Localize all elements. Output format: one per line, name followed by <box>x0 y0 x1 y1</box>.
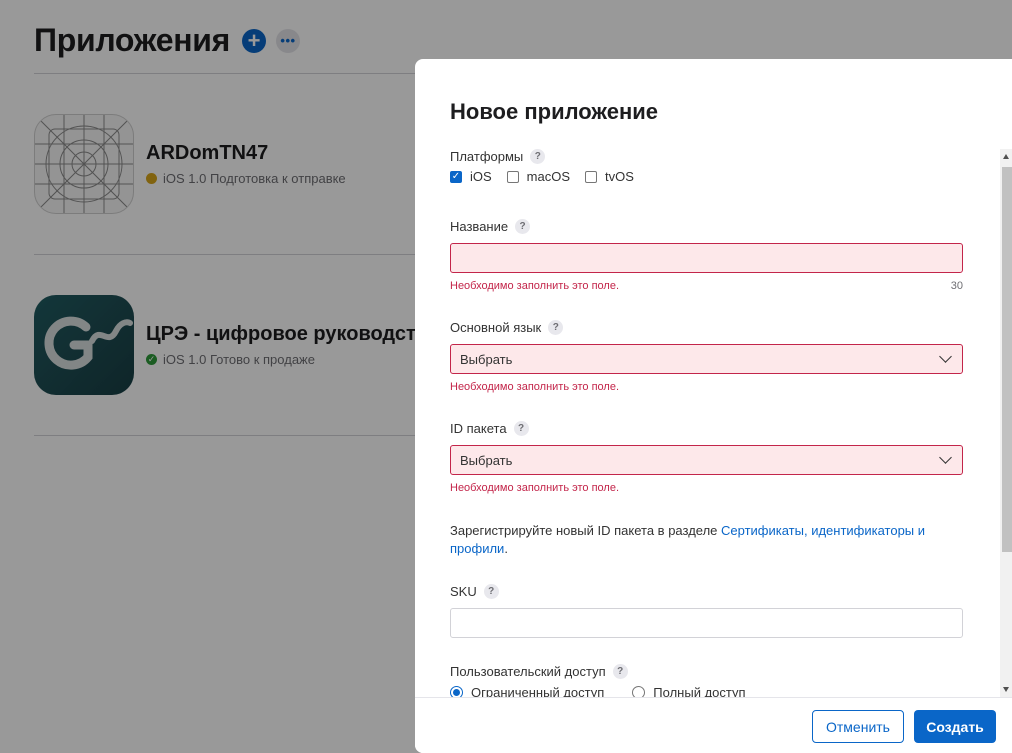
platforms-label-text: Платформы <box>450 149 524 164</box>
name-char-counter: 30 <box>950 280 963 292</box>
radio-limited-access[interactable]: Ограниченный доступ <box>450 685 604 697</box>
checkbox-tvos[interactable]: tvOS <box>585 169 634 184</box>
checkmark-icon: ✓ <box>450 170 462 183</box>
cancel-button[interactable]: Отменить <box>812 710 904 743</box>
help-icon[interactable]: ? <box>612 664 628 679</box>
radio-icon <box>632 686 646 697</box>
checkbox-box <box>506 170 519 183</box>
help-icon[interactable]: ? <box>513 421 529 436</box>
help-icon[interactable]: ? <box>483 584 499 599</box>
bundle-id-select[interactable]: Выбрать <box>450 445 963 475</box>
new-app-dialog: Новое приложение Платформы ? ✓ iOS macOS… <box>415 59 1012 753</box>
help-icon[interactable]: ? <box>548 320 564 335</box>
radio-full-access[interactable]: Полный доступ <box>632 685 746 697</box>
bundle-label-text: ID пакета <box>450 421 507 436</box>
dialog-title: Новое приложение <box>450 99 659 124</box>
language-label: Основной язык ? <box>450 320 564 335</box>
platforms-label: Платформы ? <box>450 149 546 164</box>
checkbox-ios[interactable]: ✓ iOS <box>450 169 492 184</box>
sku-label: SKU ? <box>450 584 499 599</box>
chevron-down-icon <box>939 451 952 464</box>
checkbox-label: macOS <box>526 169 571 184</box>
checkbox-label: tvOS <box>605 169 634 184</box>
radio-label: Ограниченный доступ <box>471 685 605 697</box>
bundle-error: Необходимо заполнить это поле. <box>450 482 620 494</box>
checkbox-box <box>585 170 598 183</box>
bundle-hint: Зарегистрируйте новый ID пакета в раздел… <box>450 522 963 558</box>
name-error: Необходимо заполнить это поле. <box>450 280 620 292</box>
name-input[interactable] <box>450 243 963 273</box>
radio-selected-icon <box>450 686 463 697</box>
create-button[interactable]: Создать <box>914 710 996 743</box>
name-label: Название ? <box>450 219 531 234</box>
sku-input[interactable] <box>450 608 963 638</box>
language-label-text: Основной язык <box>450 320 542 335</box>
language-select-value: Выбрать <box>460 351 513 367</box>
access-label: Пользовательский доступ ? <box>450 664 628 679</box>
scroll-up-arrow-icon[interactable] <box>1003 154 1009 159</box>
scroll-thumb[interactable] <box>1002 167 1012 552</box>
bundle-select-value: Выбрать <box>460 452 513 468</box>
platform-checkboxes: ✓ iOS macOS tvOS <box>450 169 649 184</box>
chevron-down-icon <box>939 350 952 363</box>
language-error: Необходимо заполнить это поле. <box>450 381 620 393</box>
hint-text: Зарегистрируйте новый ID пакета в раздел… <box>450 523 722 538</box>
checkbox-label: iOS <box>470 169 492 184</box>
language-select[interactable]: Выбрать <box>450 344 963 374</box>
dialog-body: Платформы ? ✓ iOS macOS tvOS Название ? … <box>415 149 1012 697</box>
dialog-scrollbar[interactable] <box>1000 149 1012 697</box>
help-icon[interactable]: ? <box>515 219 531 234</box>
access-radios: Ограниченный доступ Полный доступ <box>450 685 774 697</box>
bundle-label: ID пакета ? <box>450 421 529 436</box>
scroll-down-arrow-icon[interactable] <box>1003 687 1009 692</box>
name-label-text: Название <box>450 219 509 234</box>
access-label-text: Пользовательский доступ <box>450 664 606 679</box>
radio-label: Полный доступ <box>653 685 746 697</box>
dialog-footer: Отменить Создать <box>415 697 1012 753</box>
sku-label-text: SKU <box>450 584 477 599</box>
hint-suffix: . <box>504 541 508 556</box>
checkbox-macos[interactable]: macOS <box>506 169 571 184</box>
help-icon[interactable]: ? <box>530 149 546 164</box>
